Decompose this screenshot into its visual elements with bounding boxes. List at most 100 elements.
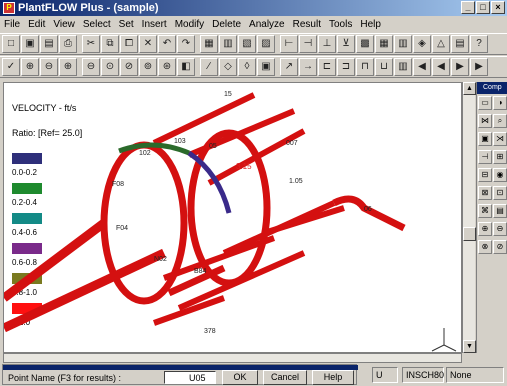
toolbar2-button-13[interactable]: ▣ — [257, 58, 275, 76]
close-button[interactable]: × — [491, 1, 505, 14]
toolbar1-button-8[interactable]: ↶ — [158, 35, 176, 53]
toolbar2-button-20[interactable]: ▥ — [394, 58, 412, 76]
palette-component-icon[interactable]: ◑ — [493, 96, 507, 110]
toolbar2-button-18[interactable]: ⊓ — [356, 58, 374, 76]
toolbar1-button-9[interactable]: ↷ — [177, 35, 195, 53]
toolbar2-button-3[interactable]: ⊕ — [59, 58, 77, 76]
cancel-button[interactable]: Cancel — [263, 370, 307, 385]
palette-component-icon[interactable]: ⊠ — [478, 186, 492, 200]
palette-component-icon[interactable]: ⊗ — [478, 240, 492, 254]
toolbar1-button-12[interactable]: ▧ — [238, 35, 256, 53]
toolbar1-button-7[interactable]: ✕ — [139, 35, 157, 53]
palette-component-icon[interactable]: ⊘ — [493, 240, 507, 254]
menu-result[interactable]: Result — [289, 19, 325, 30]
toolbar1-button-13[interactable]: ▨ — [257, 35, 275, 53]
piping-model[interactable]: 15 3.15 102 103 05 F08 F04 N02 B84 378 0… — [4, 83, 462, 353]
toolbar2-button-16[interactable]: ⊏ — [318, 58, 336, 76]
toolbar2-button-1[interactable]: ⊕ — [21, 58, 39, 76]
toolbar2-button-15[interactable]: → — [299, 58, 317, 76]
toolbar2-button-2[interactable]: ⊖ — [40, 58, 58, 76]
lower-pipe — [4, 248, 166, 333]
toolbar2-button-24[interactable]: ▶ — [470, 58, 488, 76]
pipe-network — [4, 92, 406, 333]
toolbar2-button-22[interactable]: ◀ — [432, 58, 450, 76]
toolbar2-button-21[interactable]: ◀ — [413, 58, 431, 76]
title-bar[interactable]: P PlantFLOW Plus - (sample) _ □ × — [0, 0, 507, 16]
toolbar2-button-7[interactable]: ⊚ — [139, 58, 157, 76]
palette-component-icon[interactable]: ⊕ — [478, 222, 492, 236]
toolbar1-button-19[interactable]: ▦ — [375, 35, 393, 53]
toolbar1-button-16[interactable]: ⊥ — [318, 35, 336, 53]
toolbar2-button-14[interactable]: ↗ — [280, 58, 298, 76]
toolbar2-button-17[interactable]: ⊐ — [337, 58, 355, 76]
toolbar1-button-3[interactable]: ⎙ — [59, 35, 77, 53]
toolbar2-button-0[interactable]: ✓ — [2, 58, 20, 76]
palette-component-icon[interactable]: ⊞ — [493, 150, 507, 164]
point-name-dialog: Point Name (F3 for results) : OK Cancel … — [2, 364, 358, 385]
standard-toolbar: □ ▣ ▤ ⎙ ✂ ⧉ ⧠ ✕ ↶ ↷ ▦ ▥ ▧ ▨ ⊢ ⊣ ⊥ ⊻ ▩ ▦ ▥ ◈ △ ▤? — [0, 33, 507, 55]
palette-component-icon[interactable]: ▭ — [478, 96, 492, 110]
scroll-down-arrow-icon[interactable]: ▼ — [463, 340, 476, 353]
vertical-scrollbar[interactable]: ▲ ▼ — [462, 82, 476, 353]
point-name-input[interactable] — [164, 371, 216, 384]
toolbar1-button-11[interactable]: ▥ — [219, 35, 237, 53]
help-button[interactable]: Help — [312, 370, 354, 385]
menu-file[interactable]: File — [0, 19, 24, 30]
model-label: 15 — [224, 91, 232, 98]
menu-modify[interactable]: Modify — [171, 19, 208, 30]
toolbar1-button-2[interactable]: ▤ — [40, 35, 58, 53]
toolbar1-button-24[interactable]: ? — [470, 35, 488, 53]
menu-set[interactable]: Set — [115, 19, 138, 30]
toolbar1-button-18[interactable]: ▩ — [356, 35, 374, 53]
palette-component-icon[interactable]: ◉ — [493, 168, 507, 182]
toolbar1-button-5[interactable]: ⧉ — [101, 35, 119, 53]
menu-insert[interactable]: Insert — [138, 19, 171, 30]
toolbar1-button-4[interactable]: ✂ — [82, 35, 100, 53]
menu-edit[interactable]: Edit — [24, 19, 49, 30]
toolbar1-button-20[interactable]: ▥ — [394, 35, 412, 53]
menu-analyze[interactable]: Analyze — [245, 19, 289, 30]
maximize-button[interactable]: □ — [476, 1, 490, 14]
toolbar2-button-5[interactable]: ⊙ — [101, 58, 119, 76]
menu-help[interactable]: Help — [356, 19, 385, 30]
toolbar1-button-0[interactable]: □ — [2, 35, 20, 53]
toolbar2-button-6[interactable]: ⊘ — [120, 58, 138, 76]
palette-component-icon[interactable]: ⋊ — [493, 132, 507, 146]
toolbar2-button-19[interactable]: ⊔ — [375, 58, 393, 76]
toolbar1-button-22[interactable]: △ — [432, 35, 450, 53]
scroll-up-arrow-icon[interactable]: ▲ — [463, 82, 476, 95]
menu-tools[interactable]: Tools — [325, 19, 356, 30]
toolbar2-button-12[interactable]: ◊ — [238, 58, 256, 76]
model-canvas[interactable]: VELOCITY - ft/s Ratio: [Ref= 25.0] 0.0-0… — [3, 82, 462, 353]
toolbar2-button-9[interactable]: ◧ — [177, 58, 195, 76]
toolbar1-button-6[interactable]: ⧠ — [120, 35, 138, 53]
toolbar1-button-17[interactable]: ⊻ — [337, 35, 355, 53]
menu-select[interactable]: Select — [79, 19, 115, 30]
toolbar1-button-15[interactable]: ⊣ — [299, 35, 317, 53]
toolbar2-button-11[interactable]: ◇ — [219, 58, 237, 76]
toolbar1-button-1[interactable]: ▣ — [21, 35, 39, 53]
toolbar1-button-23[interactable]: ▤ — [451, 35, 469, 53]
toolbar1-button-14[interactable]: ⊢ — [280, 35, 298, 53]
toolbar2-button-23[interactable]: ▶ — [451, 58, 469, 76]
toolbar2-button-8[interactable]: ⊛ — [158, 58, 176, 76]
menu-view[interactable]: View — [49, 19, 79, 30]
menu-delete[interactable]: Delete — [208, 19, 245, 30]
palette-component-icon[interactable]: ▤ — [493, 204, 507, 218]
palette-component-icon[interactable]: ⊣ — [478, 150, 492, 164]
palette-component-icon[interactable]: ⌘ — [478, 204, 492, 218]
palette-component-icon[interactable]: ⊟ — [478, 168, 492, 182]
horizontal-scrollbar[interactable] — [3, 353, 462, 363]
palette-component-icon[interactable]: ▣ — [478, 132, 492, 146]
ok-button[interactable]: OK — [222, 370, 258, 385]
toolbar1-button-10[interactable]: ▦ — [200, 35, 218, 53]
scroll-thumb[interactable] — [463, 227, 476, 241]
palette-component-icon[interactable]: ⊡ — [493, 186, 507, 200]
toolbar1-button-21[interactable]: ◈ — [413, 35, 431, 53]
toolbar2-button-4[interactable]: ⊖ — [82, 58, 100, 76]
palette-component-icon[interactable]: ⋈ — [478, 114, 492, 128]
palette-component-icon[interactable]: ⊖ — [493, 222, 507, 236]
palette-component-icon[interactable]: ⌕ — [493, 114, 507, 128]
toolbar2-button-10[interactable]: ∕ — [200, 58, 218, 76]
minimize-button[interactable]: _ — [461, 1, 475, 14]
